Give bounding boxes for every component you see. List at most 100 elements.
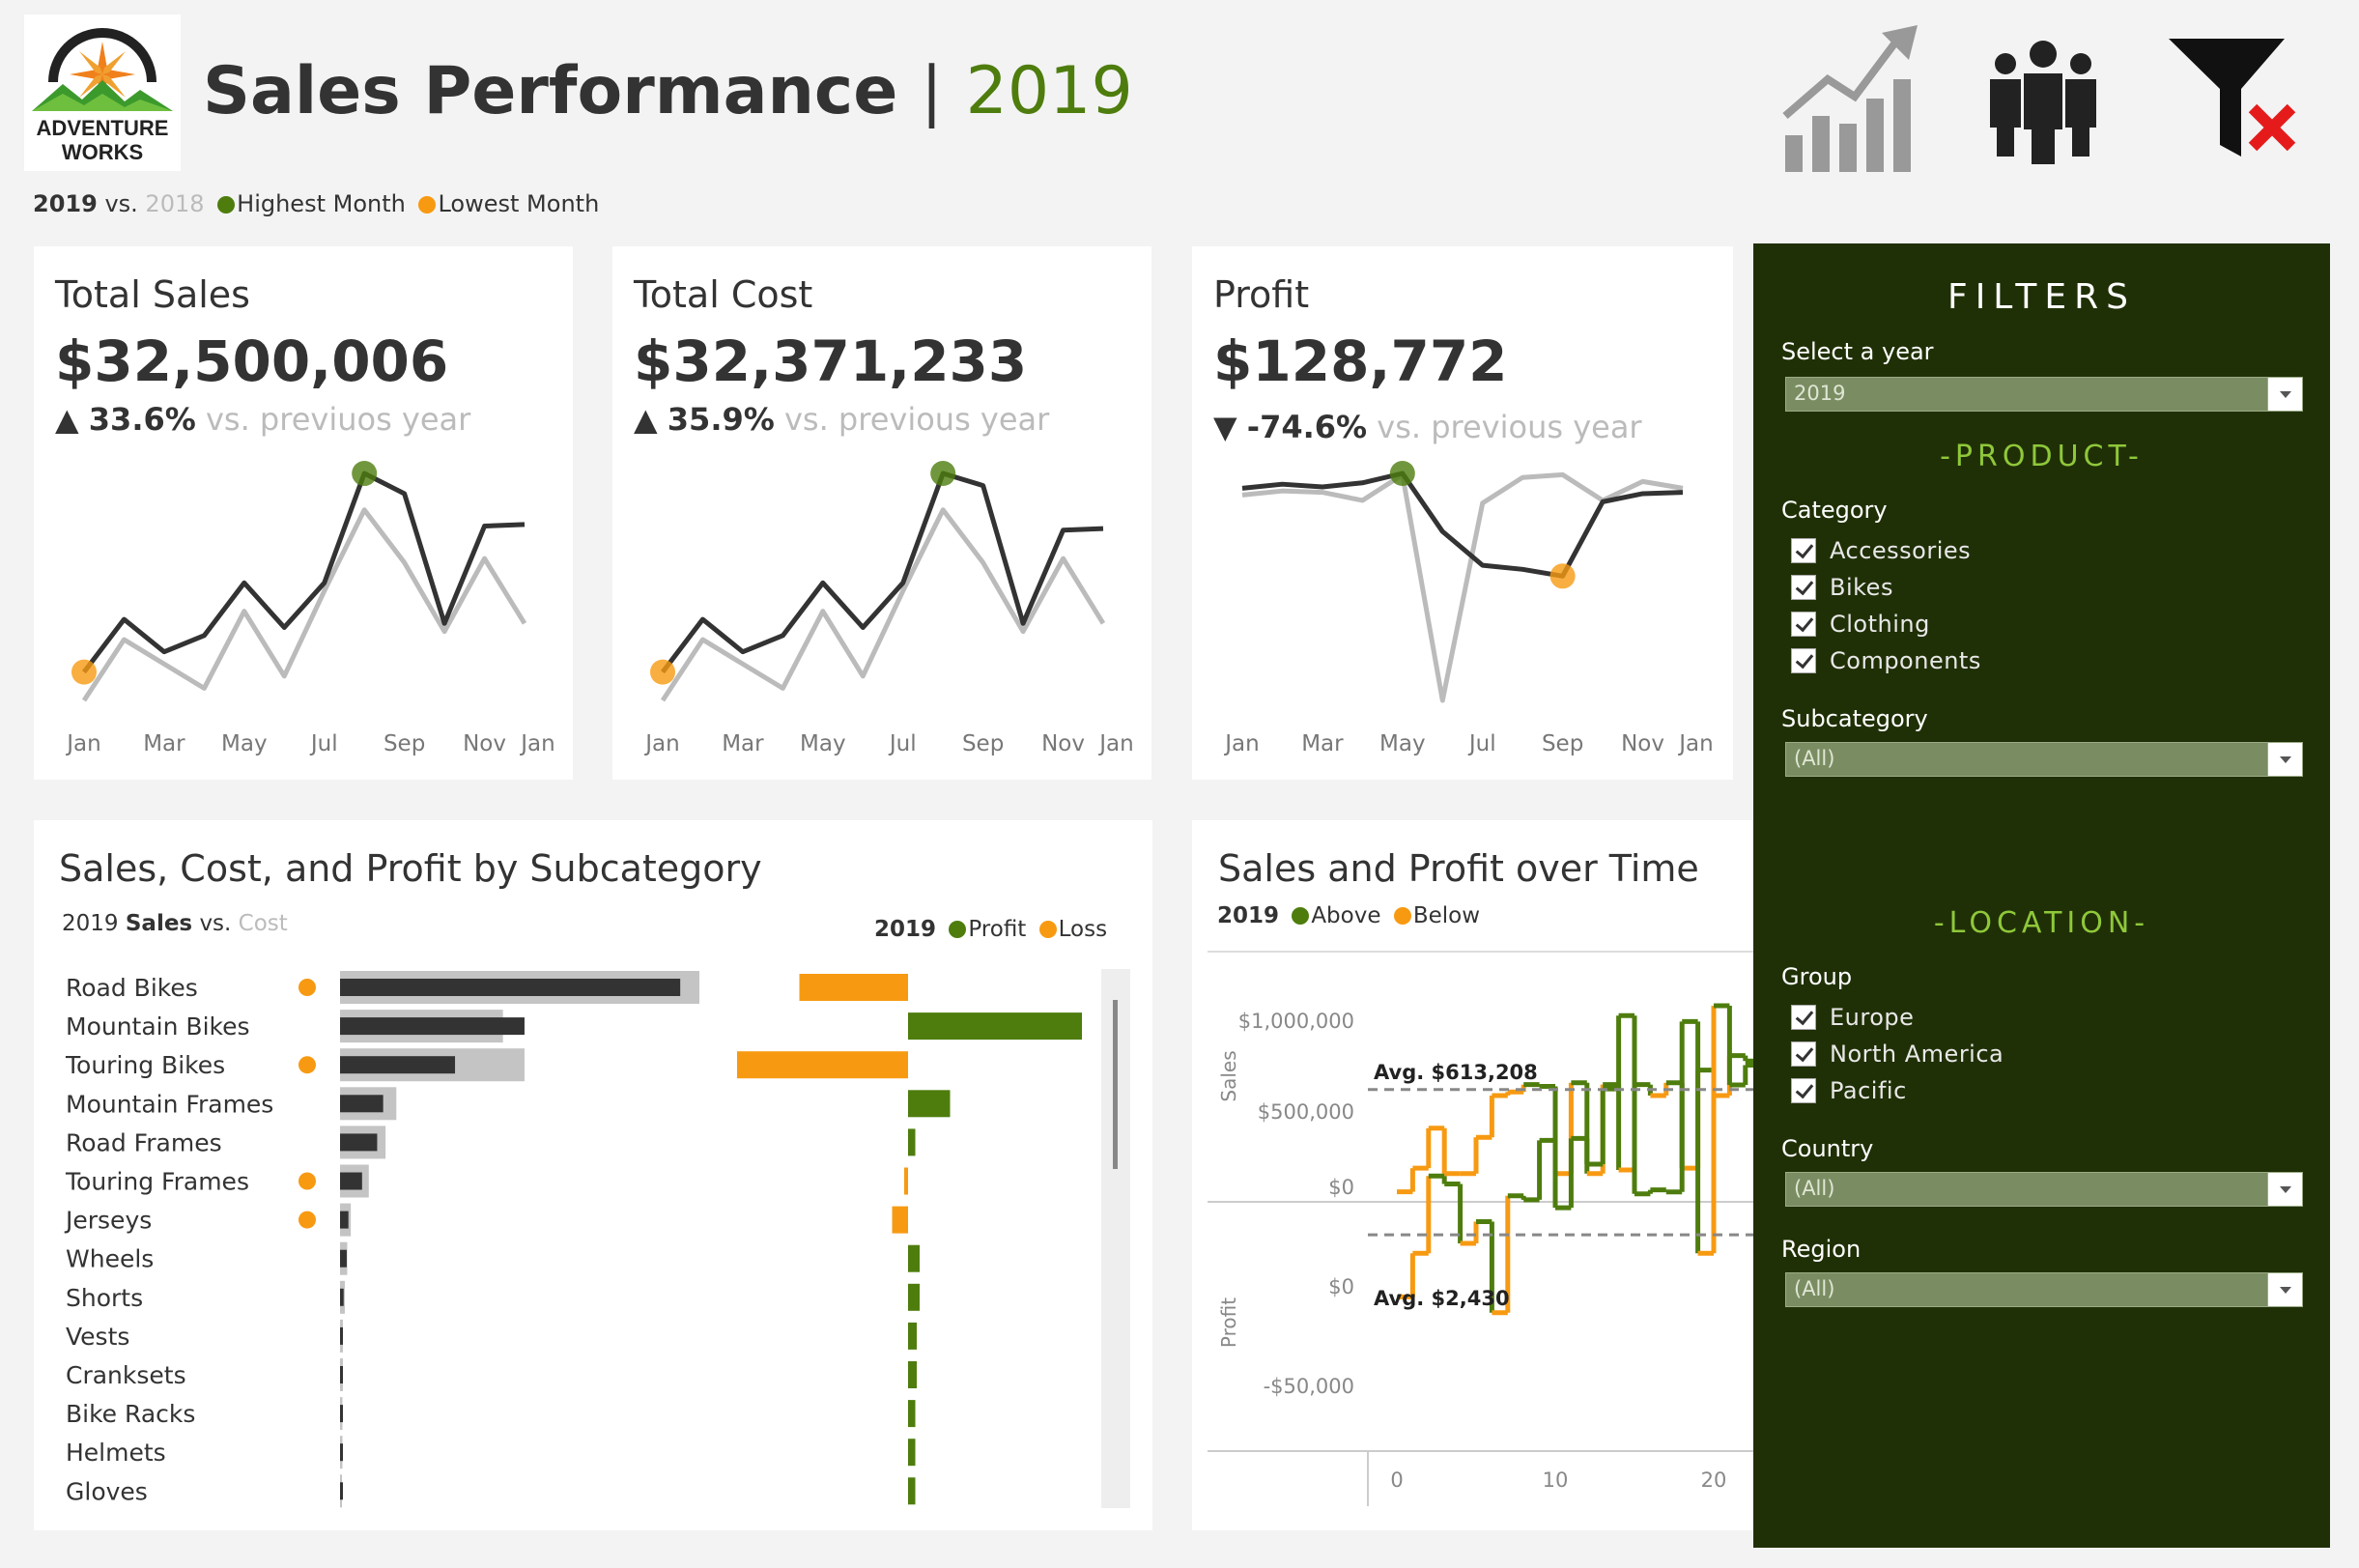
profit-bar xyxy=(737,1051,908,1079)
time-panel: Sales and Profit over Time 2019 Above Be… xyxy=(1192,820,1757,1530)
sales-bar xyxy=(340,1288,344,1306)
profit-bar xyxy=(908,1244,920,1272)
sales-bar xyxy=(340,1443,343,1462)
checkbox-label: Components xyxy=(1830,647,1981,674)
checkbox-icon[interactable] xyxy=(1791,538,1816,563)
chevron-down-icon[interactable] xyxy=(2267,378,2302,411)
people-group-icon[interactable] xyxy=(1971,19,2116,174)
month-tick-label: Jul xyxy=(1467,731,1496,756)
checkbox-icon[interactable] xyxy=(1791,648,1816,673)
sales-bar xyxy=(340,1405,343,1423)
checkbox-label: Pacific xyxy=(1830,1077,1907,1104)
month-tick-label: Mar xyxy=(1301,731,1344,756)
sales-bar xyxy=(340,1133,378,1152)
profit-bar xyxy=(799,974,908,1001)
subcategory-scroll-thumb[interactable] xyxy=(1113,1000,1118,1169)
sales-tick-label: $1,000,000 xyxy=(1238,1010,1354,1033)
profit-axis-label: Profit xyxy=(1217,1297,1240,1348)
profit-line-chart: Jan Mar May Jul Sep Nov Jan xyxy=(1223,461,1714,756)
bar-chart-trend-icon[interactable] xyxy=(1777,19,1922,174)
sales-axis-label: Sales xyxy=(1217,1050,1240,1101)
profit-bar xyxy=(908,1322,917,1350)
series-2019-line xyxy=(1241,470,1684,579)
group-label: Group xyxy=(1781,963,1853,990)
profit-tick-label: -$50,000 xyxy=(1264,1375,1354,1398)
month-tick-label: May xyxy=(1379,731,1426,756)
loss-marker-dot xyxy=(298,1056,316,1074)
sales-bar xyxy=(340,1095,384,1113)
subcategory-select[interactable]: (All) xyxy=(1785,742,2303,777)
subcategory-label: Touring Bikes xyxy=(65,1051,225,1079)
loss-marker-dot xyxy=(298,1211,316,1229)
region-select[interactable]: (All) xyxy=(1785,1272,2303,1307)
group-checkbox-europe[interactable]: Europe xyxy=(1791,1003,1914,1032)
profit-bar xyxy=(908,1012,1082,1041)
country-select-value: (All) xyxy=(1794,1177,1835,1200)
region-label: Region xyxy=(1781,1236,1862,1263)
country-select[interactable]: (All) xyxy=(1785,1172,2303,1207)
x-tick-label: 10 xyxy=(1543,1468,1569,1492)
group-checkbox-pacific[interactable]: Pacific xyxy=(1791,1076,1907,1105)
sales-tick-label: $500,000 xyxy=(1258,1100,1354,1124)
checkbox-icon[interactable] xyxy=(1791,612,1816,637)
checkbox-icon[interactable] xyxy=(1791,1041,1816,1067)
checkbox-label: Bikes xyxy=(1830,574,1893,601)
sales-bar xyxy=(340,1249,347,1268)
month-tick-label: Jan xyxy=(1223,731,1259,756)
profit-bar xyxy=(908,1361,917,1388)
sales-average-label: Avg. $613,208 xyxy=(1374,1061,1538,1084)
subcategory-label: Helmets xyxy=(66,1439,166,1467)
category-label: Category xyxy=(1781,497,1888,524)
sales-bar xyxy=(340,1017,525,1036)
loss-marker-dot xyxy=(298,1172,316,1190)
year-select-value: 2019 xyxy=(1794,382,1846,405)
category-checkbox-clothing[interactable]: Clothing xyxy=(1791,610,1930,639)
profit-bar xyxy=(908,1439,916,1467)
profit-bar xyxy=(908,1283,920,1311)
subcategory-label: Touring Frames xyxy=(65,1168,249,1196)
profit-average-label: Avg. $2,430 xyxy=(1374,1287,1510,1310)
sales-bar xyxy=(340,1211,349,1229)
sales-bar xyxy=(340,1326,343,1345)
checkbox-icon[interactable] xyxy=(1791,1078,1816,1103)
chevron-down-icon[interactable] xyxy=(2267,1273,2302,1306)
clear-filter-icon[interactable] xyxy=(2164,19,2309,174)
chevron-down-icon[interactable] xyxy=(2267,743,2302,776)
location-heading: -LOCATION- xyxy=(1933,906,2150,940)
category-checkbox-accessories[interactable]: Accessories xyxy=(1791,536,1971,565)
category-checkbox-components[interactable]: Components xyxy=(1791,646,1981,675)
checkbox-icon[interactable] xyxy=(1791,1005,1816,1030)
lowest-month-marker xyxy=(1549,563,1576,589)
sales-tick-label: $0 xyxy=(1328,1176,1354,1199)
profit-bar xyxy=(904,1167,908,1195)
checkbox-label: Clothing xyxy=(1830,611,1930,638)
checkbox-label: Europe xyxy=(1830,1004,1915,1031)
subcategory-label: Jerseys xyxy=(64,1207,152,1235)
product-heading: -PRODUCT- xyxy=(1940,440,2144,473)
kpi-profit: Profit $128,772 ▼ -74.6% vs. previous ye… xyxy=(1192,246,1733,780)
checkbox-label: North America xyxy=(1830,1041,2004,1068)
subcategory-label: Mountain Frames xyxy=(66,1090,273,1118)
sales-bar xyxy=(340,1172,362,1190)
highest-month-marker xyxy=(1389,461,1415,486)
subcategory-label: Mountain Bikes xyxy=(66,1012,250,1041)
checkbox-icon[interactable] xyxy=(1791,575,1816,600)
category-checkbox-bikes[interactable]: Bikes xyxy=(1791,573,1893,602)
subcategory-label: Bike Racks xyxy=(66,1400,195,1428)
group-checkbox-north-america[interactable]: North America xyxy=(1791,1040,2004,1069)
subcategory-select-value: (All) xyxy=(1794,747,1835,770)
subcategory-label: Road Bikes xyxy=(66,974,198,1002)
profit-bar xyxy=(908,1128,916,1156)
series-2018-line xyxy=(1241,471,1684,703)
sales-bar xyxy=(340,1482,343,1500)
chevron-down-icon[interactable] xyxy=(2267,1173,2302,1206)
year-filter-label: Select a year xyxy=(1781,338,1934,365)
country-label: Country xyxy=(1781,1135,1874,1162)
profit-tick-label: $0 xyxy=(1328,1275,1354,1298)
year-select[interactable]: 2019 xyxy=(1785,377,2303,412)
month-tick-label: Sep xyxy=(1542,731,1583,756)
profit-bar xyxy=(908,1090,951,1118)
region-select-value: (All) xyxy=(1794,1277,1835,1300)
profit-bar xyxy=(908,1477,916,1505)
subcategory-label: Vests xyxy=(66,1323,129,1351)
